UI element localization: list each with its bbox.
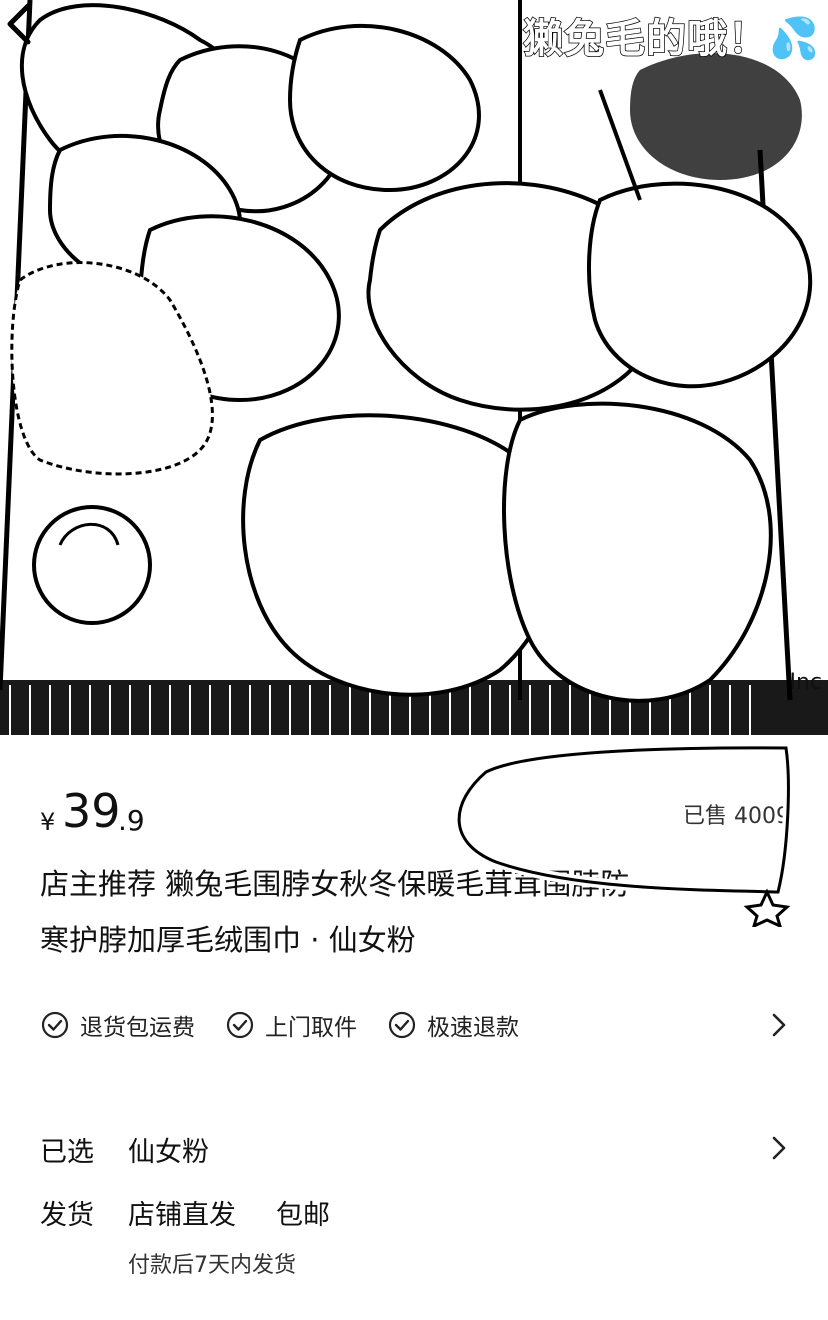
image-watermark: Inc	[789, 670, 822, 695]
price-integer: 39	[62, 784, 121, 838]
service-label: 极速退款	[427, 1015, 519, 1041]
chevron-right-icon[interactable]	[768, 1134, 790, 1162]
selected-value: 仙女粉	[128, 1137, 209, 1168]
selected-spec-row[interactable]: 已选 仙女粉	[40, 1126, 790, 1170]
shipping-row: 发货 店铺直发 包邮 付款后7天内发货	[40, 1189, 790, 1279]
shipping-note: 付款后7天内发货	[128, 1253, 296, 1278]
chevron-right-icon[interactable]	[768, 1011, 790, 1039]
check-circle-icon	[226, 1011, 254, 1039]
chevron-left-icon[interactable]	[0, 0, 40, 48]
product-photo	[0, 0, 828, 735]
price-decimal: .9	[118, 804, 145, 837]
check-circle-icon	[388, 1011, 416, 1039]
image-overlay-caption: 獭兔毛的哦！💦	[522, 15, 820, 63]
star-icon	[743, 888, 791, 927]
service-item-return-shipping: 退货包运费	[40, 1008, 195, 1042]
service-label: 退货包运费	[80, 1015, 195, 1041]
doodle-frame-overlay	[456, 742, 794, 927]
product-image[interactable]: 獭兔毛的哦！💦 Inc	[0, 0, 828, 735]
selected-label: 已选	[40, 1137, 94, 1168]
check-circle-icon	[41, 1011, 69, 1039]
shipping-method: 店铺直发	[128, 1200, 236, 1231]
free-shipping-tag: 包邮	[276, 1200, 330, 1231]
service-guarantees[interactable]: 退货包运费 上门取件 极速退款	[40, 1003, 790, 1047]
service-label: 上门取件	[265, 1015, 357, 1041]
service-item-pickup: 上门取件	[225, 1008, 357, 1042]
shipping-label: 发货	[40, 1200, 94, 1231]
price-currency: ¥	[40, 808, 56, 836]
service-item-fast-refund: 极速退款	[387, 1008, 519, 1042]
